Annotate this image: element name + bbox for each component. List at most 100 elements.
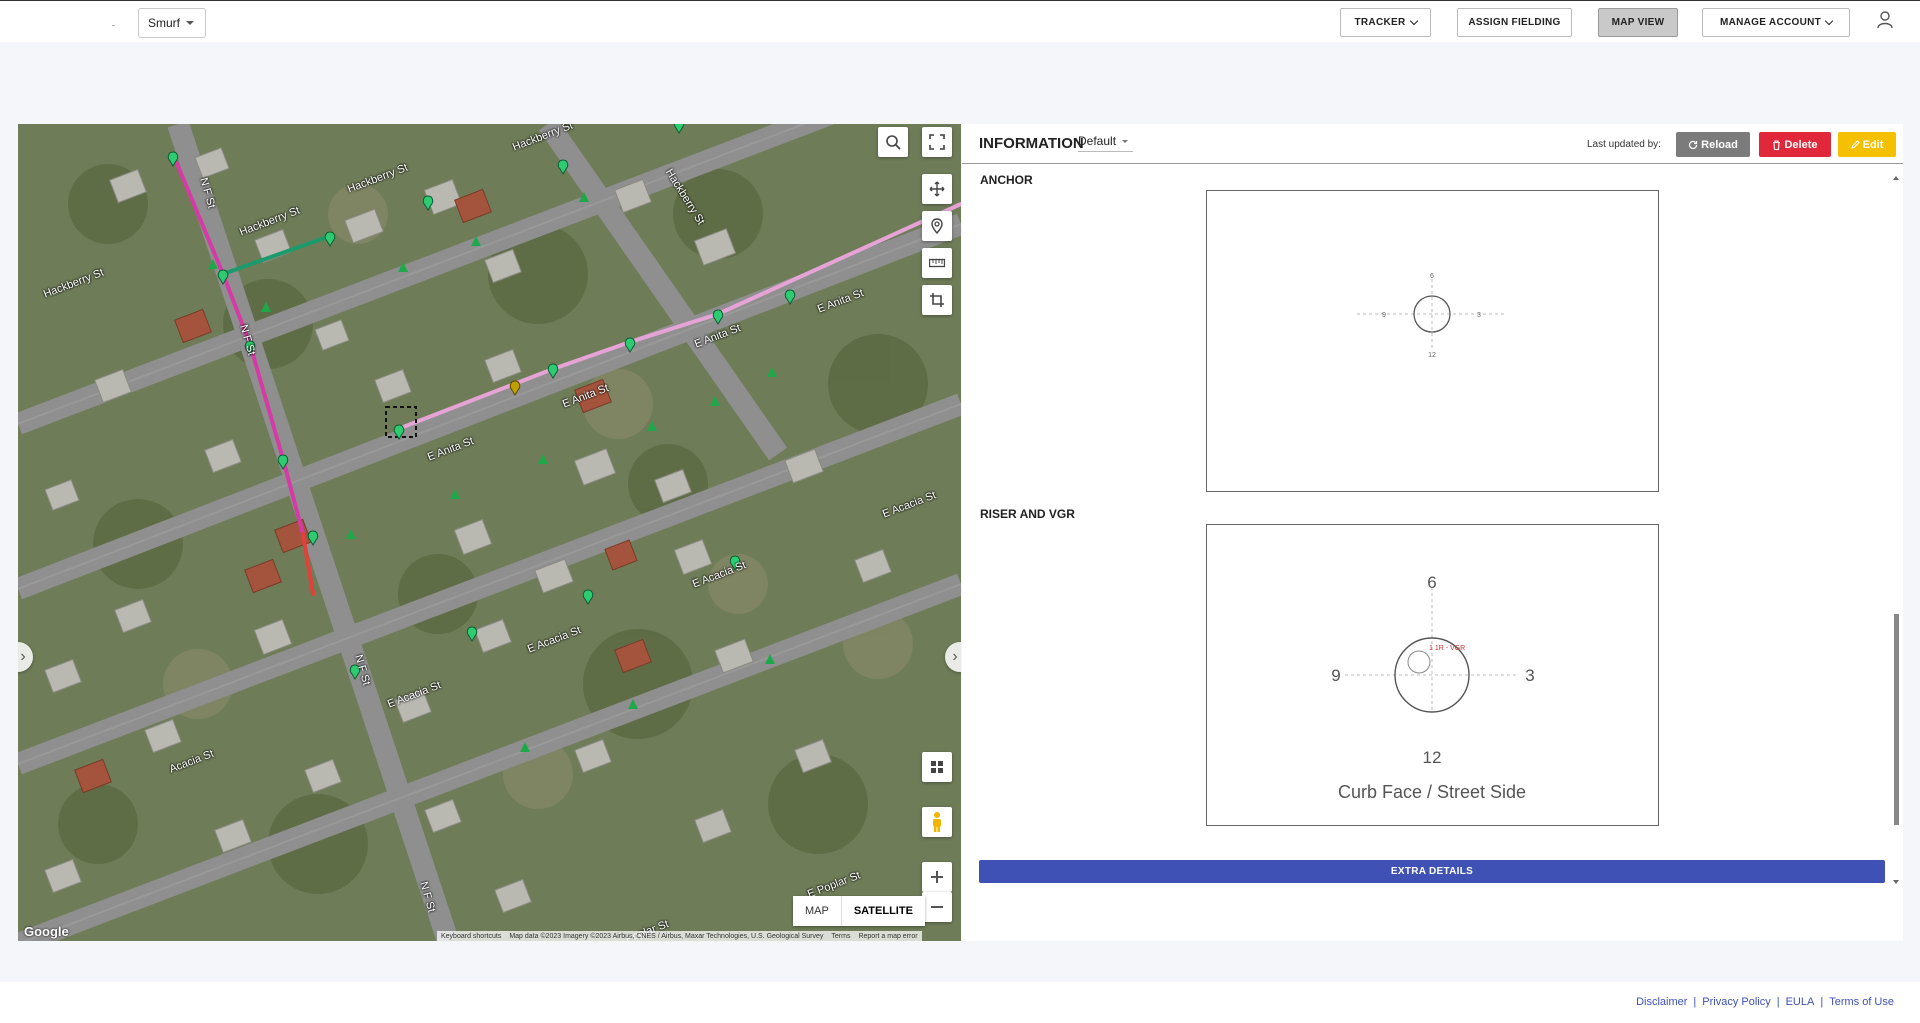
map-pin: [784, 289, 796, 305]
map-type-satellite-button[interactable]: SATELLITE: [840, 896, 925, 926]
ruler-icon: [929, 258, 945, 268]
pencil-icon: [1850, 140, 1860, 149]
keyboard-shortcuts-link[interactable]: Keyboard shortcuts: [441, 933, 501, 940]
extra-details-button[interactable]: EXTRA DETAILS: [979, 860, 1885, 883]
user-icon[interactable]: [1877, 11, 1893, 29]
map-pin: [307, 530, 319, 546]
pan-tool-button[interactable]: [922, 174, 952, 204]
tracker-label: TRACKER: [1354, 17, 1406, 28]
map-pin: [557, 159, 569, 175]
fullscreen-button[interactable]: [922, 127, 952, 157]
layers-button[interactable]: [922, 752, 952, 782]
map-type-toggle: MAP SATELLITE: [793, 896, 925, 926]
scroll-down-icon[interactable]: [1893, 880, 1899, 884]
grid-icon: [931, 761, 943, 773]
map-data-attribution: Map data ©2023 Imagery ©2023 Airbus, CNE…: [509, 932, 824, 940]
assign-fielding-button[interactable]: ASSIGN FIELDING: [1457, 8, 1572, 37]
map-search-button[interactable]: [878, 127, 908, 157]
map-pin: [624, 337, 636, 353]
search-icon: [886, 135, 901, 150]
map-pin: [277, 454, 289, 470]
view-select-value: Default: [1078, 134, 1117, 148]
map-view-label: MAP VIEW: [1611, 17, 1665, 28]
move-icon: [929, 181, 945, 197]
satellite-map[interactable]: Hackberry St Hackberry St Hackberry St H…: [18, 124, 961, 941]
information-panel: INFORMATION Default Last updated by: Rel…: [962, 124, 1903, 941]
crop-button[interactable]: [922, 285, 952, 315]
manage-account-label: MANAGE ACCOUNT: [1719, 17, 1822, 28]
street-view-pegman[interactable]: [922, 807, 952, 837]
crop-icon: [930, 293, 944, 307]
riser-caption: Curb Face / Street Side: [1338, 782, 1526, 802]
separator: |: [1820, 996, 1824, 1008]
riser-dial-top: 6: [1427, 573, 1436, 592]
map-attribution: Keyboard shortcuts Map data ©2023 Imager…: [437, 931, 922, 941]
edit-label: Edit: [1862, 138, 1884, 151]
refresh-icon: [1689, 140, 1698, 149]
zoom-out-button[interactable]: [922, 892, 952, 922]
zoom-in-button[interactable]: [922, 862, 952, 892]
anchor-clock-dial: 6 12 9 3: [1357, 273, 1507, 359]
chevron-down-icon: [1824, 16, 1834, 25]
delete-label: Delete: [1784, 138, 1818, 151]
add-marker-button[interactable]: [922, 211, 952, 241]
last-updated-label: Last updated by:: [1587, 139, 1661, 150]
fullscreen-icon: [929, 134, 945, 150]
panel-scrollbar[interactable]: [1892, 174, 1901, 886]
vgr-marker-label: 1 1R - VGR: [1429, 645, 1465, 652]
project-select-value: Smurf: [148, 16, 181, 30]
map-view-button[interactable]: MAP VIEW: [1598, 8, 1678, 37]
riser-diagram: 1 1R - VGR 6 12 9 3 Curb Face / Street S…: [1206, 524, 1659, 826]
plus-icon: [931, 871, 943, 883]
report-error-link[interactable]: Report a map error: [858, 933, 917, 940]
riser-dial-left: 9: [1331, 666, 1340, 685]
panel-title: INFORMATION: [979, 135, 1084, 152]
riser-section-label: RISER AND VGR: [980, 507, 1075, 521]
selected-pin: [509, 380, 521, 396]
separator: |: [1693, 996, 1697, 1008]
map-pin: [582, 589, 594, 605]
anchor-dial-left: 9: [1382, 312, 1386, 319]
anchor-diagram: 6 12 9 3: [1206, 190, 1659, 492]
map-pin: [393, 424, 405, 440]
footer-links: Disclaimer | Privacy Policy | EULA | Ter…: [1636, 996, 1894, 1008]
view-select[interactable]: Default: [1078, 134, 1134, 152]
scrollbar-thumb[interactable]: [1894, 614, 1899, 825]
location-pin-icon: [931, 218, 943, 234]
map-pin: [422, 195, 434, 211]
footer: Disclaimer | Privacy Policy | EULA | Ter…: [0, 982, 1920, 1023]
edit-button[interactable]: Edit: [1838, 132, 1896, 157]
map-pin: [673, 124, 685, 134]
reload-button[interactable]: Reload: [1676, 132, 1750, 157]
terms-of-use-link[interactable]: Terms of Use: [1829, 996, 1894, 1008]
caret-down-icon: [1122, 139, 1129, 143]
manage-account-menu-button[interactable]: MANAGE ACCOUNT: [1702, 8, 1850, 37]
panel-header: INFORMATION Default Last updated by: Rel…: [962, 124, 1903, 164]
map-pin: [324, 231, 336, 247]
map-type-map-button[interactable]: MAP: [793, 896, 841, 926]
reload-label: Reload: [1701, 138, 1738, 151]
eula-link[interactable]: EULA: [1786, 996, 1815, 1008]
privacy-policy-link[interactable]: Privacy Policy: [1702, 996, 1770, 1008]
map-pin: [167, 151, 179, 167]
minus-icon: [931, 906, 943, 908]
project-select[interactable]: Smurf: [138, 8, 206, 38]
riser-clock-dial: 1 1R - VGR 6 12 9 3 Curb Face / Street S…: [1331, 573, 1534, 802]
delete-button[interactable]: Delete: [1759, 132, 1831, 157]
top-navigation-bar: Smurf TRACKER ASSIGN FIELDING MAP VIEW M…: [0, 0, 1920, 42]
terms-link[interactable]: Terms: [831, 933, 850, 940]
anchor-section-label: ANCHOR: [980, 173, 1033, 187]
pole-pins: [167, 124, 796, 680]
measure-button[interactable]: [922, 248, 952, 278]
map-pin: [547, 363, 559, 379]
map-pin: [217, 269, 229, 285]
anchor-dial-bottom: 12: [1428, 352, 1436, 359]
map-pin: [712, 309, 724, 325]
pegman-icon: [933, 812, 941, 832]
disclaimer-link[interactable]: Disclaimer: [1636, 996, 1687, 1008]
google-logo: Google: [24, 924, 69, 939]
trash-icon: [1773, 139, 1781, 150]
scroll-up-icon[interactable]: [1893, 176, 1899, 180]
tracker-menu-button[interactable]: TRACKER: [1340, 8, 1431, 37]
riser-dial-bottom: 12: [1423, 748, 1442, 767]
